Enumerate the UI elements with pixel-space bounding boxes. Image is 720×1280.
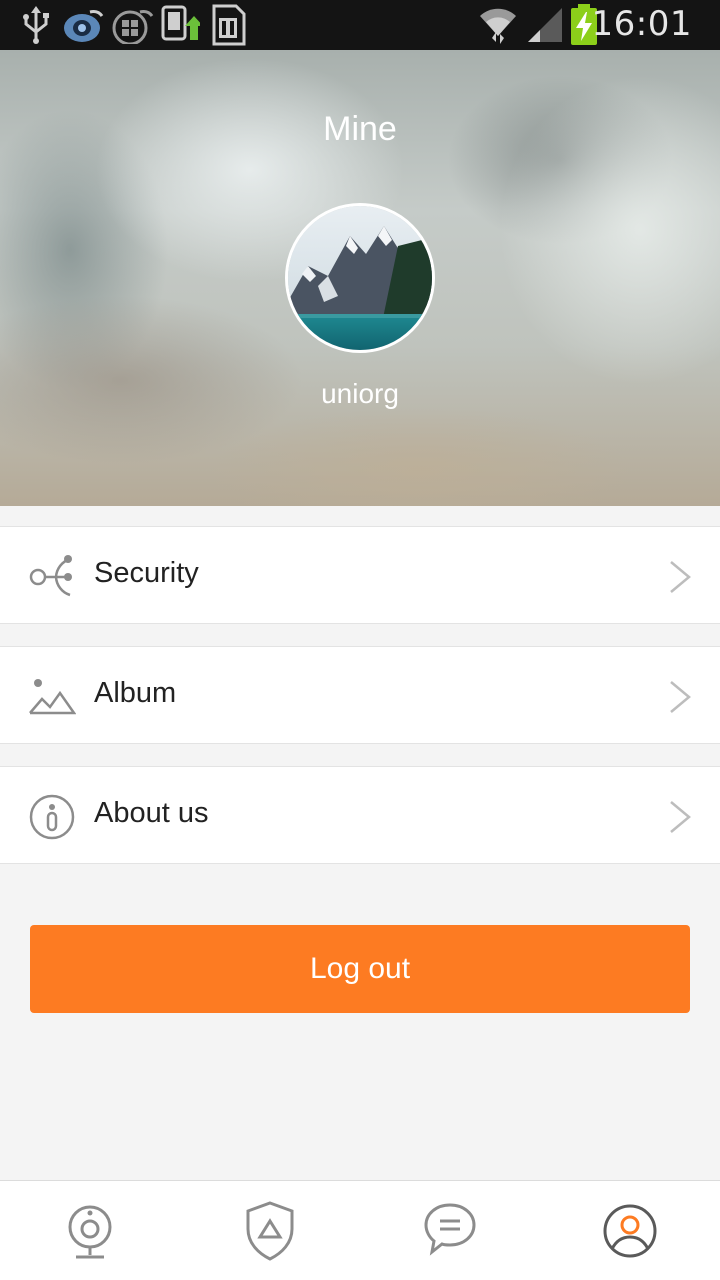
- profile-header: Mine uniorg: [0, 50, 720, 506]
- app-icon: [64, 10, 104, 42]
- message-icon[interactable]: [418, 1199, 482, 1263]
- about-us-label: About us: [94, 797, 209, 829]
- signal-icon: [528, 8, 562, 42]
- menu-item-album[interactable]: Album: [0, 646, 720, 744]
- username: uniorg: [321, 378, 399, 409]
- status-bar: 16:01: [0, 0, 720, 50]
- bottom-nav: [0, 1180, 720, 1280]
- security-label: Security: [94, 557, 199, 589]
- wifi-icon: [480, 8, 516, 44]
- logout-button[interactable]: Log out: [30, 925, 690, 1013]
- menu-item-security[interactable]: Security: [0, 526, 720, 624]
- camera-icon[interactable]: [58, 1199, 122, 1263]
- landscape-icon: [29, 679, 76, 715]
- sd-card-icon: [212, 4, 246, 46]
- album-label: Album: [94, 677, 177, 709]
- menu-item-about-us[interactable]: About us: [0, 766, 720, 864]
- shield-icon[interactable]: [238, 1199, 302, 1263]
- page-title: Mine: [323, 110, 397, 148]
- chevron-right-icon: [670, 561, 691, 593]
- profile-icon[interactable]: [598, 1199, 662, 1263]
- chevron-right-icon: [670, 681, 691, 713]
- status-time: 16:01: [591, 4, 692, 44]
- download-icon: [161, 5, 200, 41]
- chevron-right-icon: [670, 801, 691, 833]
- app2-icon: [112, 10, 154, 44]
- avatar[interactable]: [285, 203, 435, 353]
- usb-icon: [23, 6, 49, 44]
- info-icon: [29, 794, 75, 840]
- mountain-lake-avatar: [288, 206, 432, 350]
- share-nodes-icon: [29, 555, 72, 597]
